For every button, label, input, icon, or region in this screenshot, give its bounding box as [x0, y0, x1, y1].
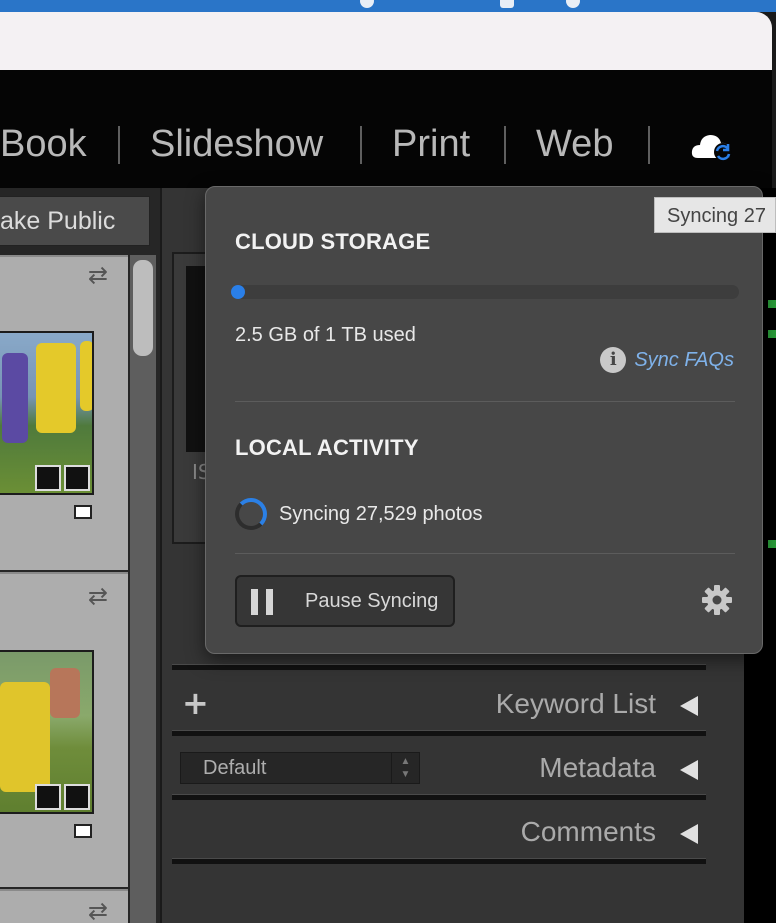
crop-icon: [64, 465, 90, 491]
sync-status-text: Syncing 27,529 photos: [279, 502, 483, 525]
menubar-icon: [566, 0, 580, 8]
module-slideshow[interactable]: Slideshow: [150, 122, 323, 166]
module-separator: [504, 126, 506, 164]
storage-usage-bar: [231, 285, 739, 299]
module-separator: [118, 126, 120, 164]
gear-icon[interactable]: [700, 583, 734, 617]
module-separator: [360, 126, 362, 164]
comments-header[interactable]: Comments: [172, 804, 706, 864]
menubar-icon: [500, 0, 514, 8]
comments-title: Comments: [520, 816, 656, 847]
menubar-icon: [360, 0, 374, 8]
tag-icon: [35, 465, 61, 491]
photo-cell[interactable]: ⇄: [0, 889, 128, 923]
module-book[interactable]: Book: [0, 122, 87, 166]
collapse-triangle-icon[interactable]: [680, 760, 698, 780]
popover-divider: [235, 401, 735, 402]
local-activity-heading: LOCAL ACTIVITY: [235, 435, 419, 460]
popover-divider: [235, 553, 735, 554]
module-print[interactable]: Print: [392, 122, 470, 166]
panel-divider: [172, 664, 706, 670]
collapse-triangle-icon[interactable]: [680, 696, 698, 716]
photo-thumbnail[interactable]: [0, 650, 94, 814]
photo-badges: [35, 784, 90, 810]
cloud-storage-heading: CLOUD STORAGE: [235, 229, 431, 254]
add-keyword-icon[interactable]: +: [182, 684, 209, 722]
sync-faqs-link[interactable]: i Sync FAQs: [600, 347, 734, 373]
sync-arrows-icon: ⇄: [88, 897, 109, 923]
tag-icon: [35, 784, 61, 810]
panel-divider: [172, 730, 706, 736]
os-top-bar: [0, 0, 776, 12]
scrollbar-thumb[interactable]: [133, 260, 153, 356]
pick-flag-icon[interactable]: [74, 505, 92, 519]
panel-divider: [172, 794, 706, 800]
background-app-sliver: [768, 330, 776, 338]
keyword-list-title: Keyword List: [495, 688, 656, 719]
metadata-preset-select[interactable]: Default ▲ ▼: [180, 752, 420, 784]
sync-tooltip: Syncing 27: [654, 197, 776, 233]
histogram-preview: [186, 266, 206, 452]
pause-icon: [251, 589, 273, 615]
photo-cell[interactable]: ⇄: [0, 255, 128, 570]
storage-used-text: 2.5 GB of 1 TB used: [235, 324, 416, 346]
background-app-sliver: [768, 540, 776, 548]
collapse-triangle-icon[interactable]: [680, 824, 698, 844]
pause-syncing-button[interactable]: Pause Syncing: [235, 575, 455, 627]
background-app-sliver: [768, 300, 776, 308]
metadata-preset-value: Default: [203, 757, 267, 779]
photo-cell[interactable]: ⇄: [0, 572, 128, 887]
storage-usage-fill: [231, 285, 245, 299]
crop-icon: [64, 784, 90, 810]
sync-spinner-icon: [235, 498, 267, 530]
cloud-sync-icon[interactable]: [690, 130, 736, 164]
sync-arrows-icon: ⇄: [88, 582, 109, 610]
sync-status-row: Syncing 27,529 photos: [235, 498, 483, 530]
info-icon: i: [600, 347, 627, 373]
module-separator: [648, 126, 650, 164]
sync-arrows-icon: ⇄: [88, 261, 109, 289]
sync-faqs-label[interactable]: Sync FAQs: [634, 349, 734, 372]
select-stepper-icon: ▲ ▼: [391, 753, 419, 783]
module-web[interactable]: Web: [536, 122, 613, 166]
module-picker: Book Slideshow Print Web: [0, 70, 772, 188]
photo-badges: [35, 465, 90, 491]
window-titlebar: [0, 12, 772, 70]
cloud-status-popover: CLOUD STORAGE 2.5 GB of 1 TB used i Sync…: [205, 186, 763, 654]
keyword-list-header[interactable]: + Keyword List: [172, 676, 706, 736]
metadata-title: Metadata: [539, 752, 656, 783]
pause-syncing-label: Pause Syncing: [305, 590, 439, 612]
panel-divider: [172, 858, 706, 864]
photo-thumbnail[interactable]: [0, 331, 94, 495]
pick-flag-icon[interactable]: [74, 824, 92, 838]
make-public-button[interactable]: ake Public: [0, 196, 150, 246]
